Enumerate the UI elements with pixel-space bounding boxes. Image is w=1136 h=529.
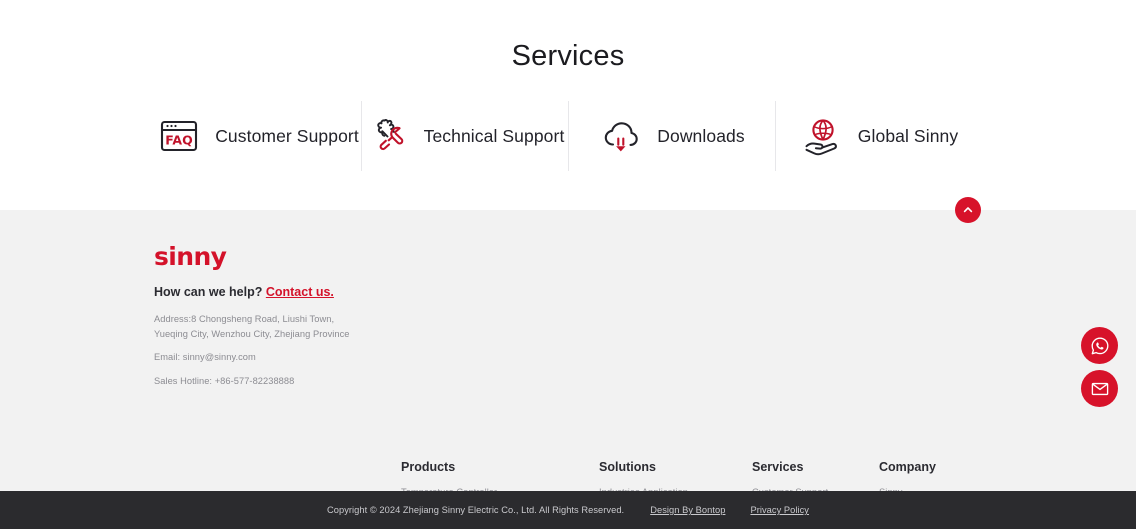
- footer: sinny How can we help? Contact us. Addre…: [0, 210, 1136, 529]
- email-text: Email: sinny@sinny.com: [154, 352, 256, 363]
- cloud-download-icon: [598, 113, 644, 159]
- privacy-policy-link[interactable]: Privacy Policy: [750, 505, 809, 515]
- faq-icon: FAQ: [156, 113, 202, 159]
- column-title: Services: [752, 460, 804, 474]
- service-label: Downloads: [657, 125, 745, 146]
- whatsapp-icon: [1091, 337, 1108, 354]
- help-line: How can we help? Contact us.: [154, 285, 384, 299]
- column-title: Solutions: [599, 460, 656, 474]
- chevron-up-icon: [963, 207, 973, 213]
- floating-action-buttons: [1081, 327, 1118, 407]
- sinny-logo: sinny: [154, 242, 227, 271]
- copyright-text: Copyright © 2024 Zhejiang Sinny Electric…: [327, 505, 625, 515]
- svg-text:FAQ: FAQ: [165, 133, 192, 148]
- design-by-link[interactable]: Design By Bontop: [650, 505, 725, 515]
- service-label: Global Sinny: [857, 125, 959, 146]
- bottom-bar: Copyright © 2024 Zhejiang Sinny Electric…: [0, 491, 1136, 529]
- service-item-global-sinny[interactable]: Global Sinny: [775, 96, 982, 176]
- page-root: Services FAQ Customer Support Technical …: [0, 0, 1136, 529]
- wrench-gear-icon: [365, 113, 411, 159]
- service-item-downloads[interactable]: Downloads: [568, 96, 775, 176]
- help-text: How can we help?: [154, 285, 263, 299]
- column-title: Company: [879, 460, 936, 474]
- contact-us-link[interactable]: Contact us.: [266, 285, 334, 299]
- whatsapp-button[interactable]: [1081, 327, 1118, 364]
- service-label: Customer Support: [215, 125, 359, 146]
- email-button[interactable]: [1081, 370, 1118, 407]
- service-label: Technical Support: [423, 125, 565, 146]
- page-title: Services: [511, 40, 625, 72]
- column-title: Products: [401, 460, 456, 474]
- service-item-customer-support[interactable]: FAQ Customer Support: [154, 96, 361, 176]
- address-line-1: Address:8 Chongsheng Road, Liushi Town,: [154, 314, 335, 324]
- services-list: FAQ Customer Support Technical Support D…: [154, 96, 982, 176]
- footer-company-block: sinny How can we help? Contact us. Addre…: [154, 244, 384, 389]
- hotline-text: Sales Hotline: +86-577-82238888: [154, 376, 295, 387]
- envelope-icon: [1091, 382, 1108, 395]
- address-line-2: Yueqing City, Wenzhou City, Zhejiang Pro…: [154, 328, 350, 339]
- services-section: Services FAQ Customer Support Technical …: [0, 0, 1136, 210]
- contact-details: Address:8 Chongsheng Road, Liushi Town, …: [154, 312, 384, 389]
- scroll-to-top-button[interactable]: [955, 197, 981, 223]
- service-item-technical-support[interactable]: Technical Support: [361, 96, 568, 176]
- globe-hand-icon: [799, 113, 845, 159]
